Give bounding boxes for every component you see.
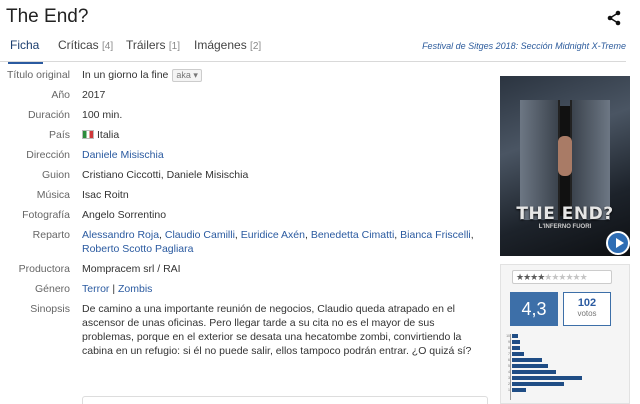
detail-row-music: Música Isac Roitn — [0, 188, 490, 202]
detail-row-writers: Guion Cristiano Ciccotti, Daniele Misisc… — [0, 168, 490, 182]
tab-criticas[interactable]: Críticas [4] — [58, 38, 113, 61]
tab-count: [2] — [250, 41, 262, 52]
bottom-panel — [82, 396, 488, 404]
festival-link[interactable]: Festival de Sitges 2018: Sección Midnigh… — [422, 41, 626, 51]
detail-row-director: Dirección Daniele Misischia — [26, 149, 164, 161]
original-title: In un giorno la fine — [82, 69, 169, 81]
detail-row-producer: Productora Mompracem srl / RAI — [0, 262, 490, 276]
votes-label: votos — [577, 309, 597, 318]
histogram-bar — [512, 346, 520, 350]
director-link[interactable]: Daniele Misischia — [82, 149, 164, 161]
histogram-tick: 4 — [508, 370, 510, 374]
header: The End? — [0, 0, 640, 38]
movie-details: Título original In un giorno la fine aka … — [0, 68, 490, 364]
cast-link[interactable]: Claudio Camilli — [165, 229, 235, 241]
poster-art — [570, 100, 610, 220]
writers-value: Cristiano Ciccotti, Daniele Misischia — [82, 169, 249, 181]
play-icon[interactable] — [606, 231, 630, 255]
genre-link[interactable]: Zombis — [118, 283, 152, 295]
poster-title: THE END? — [516, 204, 614, 224]
histogram-tick: 10 — [506, 334, 510, 338]
tab-trailers[interactable]: Tráilers [1] — [126, 38, 180, 61]
year-value: 2017 — [82, 89, 106, 101]
genre-separator: | — [112, 283, 116, 295]
poster-art — [520, 100, 560, 220]
tab-imagenes[interactable]: Imágenes [2] — [194, 38, 261, 61]
histogram-bar — [512, 352, 524, 356]
italy-flag-icon — [82, 130, 94, 139]
cast-link[interactable]: Benedetta Cimatti — [311, 229, 394, 241]
histogram-bar — [512, 370, 556, 374]
duration-value: 100 min. — [82, 109, 123, 121]
country-value: Italia — [97, 129, 120, 141]
histogram-bar — [512, 364, 548, 368]
page-title: The End? — [6, 6, 89, 27]
star-rating: ★★★★★★★★★★ — [512, 270, 612, 284]
histogram-tick: 2 — [508, 382, 510, 386]
cast-link[interactable]: Roberto Scotto Pagliara — [82, 243, 193, 255]
histogram-bar — [512, 334, 518, 338]
detail-row-photography: Fotografía Angelo Sorrentino — [0, 208, 490, 222]
cast-list: Alessandro Roja, Claudio Camilli, Euridi… — [82, 229, 474, 255]
detail-row-year: Año 2017 — [0, 88, 490, 102]
tab-divider — [0, 61, 626, 62]
histogram-tick: 8 — [508, 346, 510, 350]
share-icon[interactable] — [606, 10, 622, 26]
music-value: Isac Roitn — [82, 189, 129, 201]
histogram-tick: 9 — [508, 340, 510, 344]
detail-row-duration: Duración 100 min. — [0, 108, 490, 122]
producer-value: Mompracem srl / RAI — [82, 263, 181, 275]
rating-histogram: 10 9 8 7 6 5 4 3 2 1 — [506, 334, 620, 400]
genre-link[interactable]: Terror — [82, 283, 109, 295]
histogram-tick: 3 — [508, 376, 510, 380]
votes-button[interactable]: 102 votos — [563, 292, 611, 326]
histogram-tick: 5 — [508, 364, 510, 368]
tab-count: [1] — [168, 41, 181, 52]
poster-subtitle: L'INFERNO FUORI — [538, 224, 592, 230]
detail-row-original-title: Título original In un giorno la fine aka … — [0, 68, 490, 82]
aka-dropdown[interactable]: aka ▾ — [172, 69, 202, 82]
tab-bar: Ficha Críticas [4] Tráilers [1] Imágenes… — [0, 38, 640, 64]
detail-row-cast: Reparto Alessandro Roja, Claudio Camilli… — [0, 228, 490, 256]
votes-count: 102 — [577, 297, 597, 309]
poster-art — [558, 136, 572, 176]
histogram-bar — [512, 358, 542, 362]
movie-poster[interactable]: THE END? L'INFERNO FUORI — [500, 76, 630, 256]
synopsis-text: De camino a una importante reunión de ne… — [82, 303, 472, 357]
cast-link[interactable]: Alessandro Roja — [82, 229, 159, 241]
histogram-bar — [512, 376, 582, 380]
histogram-tick: 6 — [508, 358, 510, 362]
histogram-bar — [512, 388, 526, 392]
cast-link[interactable]: Euridice Axén — [241, 229, 305, 241]
detail-row-genre: Género Terror | Zombis — [34, 283, 153, 295]
detail-row-synopsis: Sinopsis De camino a una importante reun… — [0, 302, 490, 358]
detail-row-country: País Italia — [48, 129, 120, 141]
cast-link[interactable]: Bianca Friscelli — [400, 229, 471, 241]
star-icon: ★★★★ — [516, 272, 545, 282]
photography-value: Angelo Sorrentino — [82, 209, 167, 221]
histogram-bar — [512, 340, 520, 344]
star-icon: ★★★★★★ — [544, 272, 587, 282]
histogram-bar — [512, 382, 564, 386]
tab-ficha[interactable]: Ficha — [7, 38, 44, 64]
histogram-tick: 1 — [508, 388, 510, 392]
average-rating: 4,3 — [510, 292, 558, 326]
tab-count: [4] — [102, 41, 114, 52]
histogram-tick: 7 — [508, 352, 510, 356]
